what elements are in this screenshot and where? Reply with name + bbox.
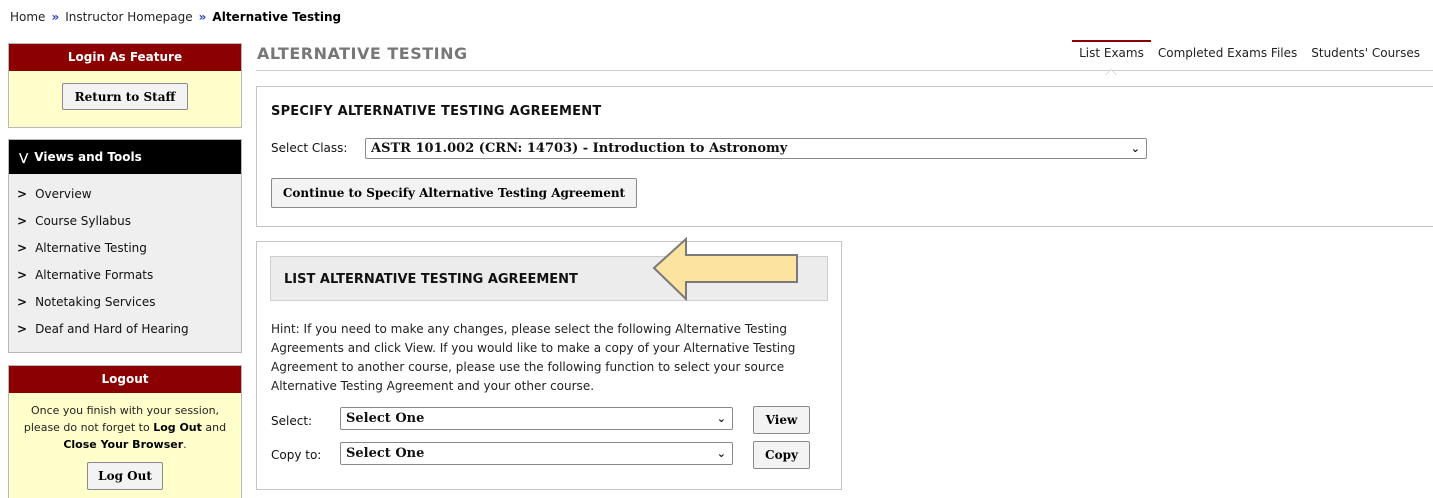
- select-agreement-value: Select One: [346, 411, 425, 426]
- sidebar-item-label: Deaf and Hard of Hearing: [35, 322, 189, 336]
- breadcrumb: Home » Instructor Homepage » Alternative Tes…: [10, 10, 341, 24]
- sidebar-item-deaf-and-hard-of-hearing[interactable]: > Deaf and Hard of Hearing: [9, 316, 241, 343]
- select-agreement-dropdown[interactable]: Select One ⌄: [340, 407, 733, 430]
- specify-agreement-heading: SPECIFY ALTERNATIVE TESTING AGREEMENT: [271, 104, 602, 119]
- login-as-feature-box: Login As Feature Return to Staff: [8, 43, 242, 128]
- select-class-dropdown[interactable]: ASTR 101.002 (CRN: 14703) - Introduction…: [365, 138, 1147, 159]
- chevron-right-icon: >: [17, 295, 28, 309]
- tab-completed-exams-files[interactable]: Completed Exams Files: [1151, 40, 1304, 66]
- select-class-value: ASTR 101.002 (CRN: 14703) - Introduction…: [371, 141, 788, 156]
- chevron-down-icon: ⌄: [1130, 142, 1140, 155]
- copy-to-label: Copy to:: [271, 448, 322, 462]
- select-label: Select:: [271, 414, 313, 428]
- title-divider: [256, 70, 1433, 71]
- chevron-right-icon: >: [17, 187, 28, 201]
- active-tab-caret-icon: [1105, 69, 1118, 75]
- views-and-tools-title: Views and Tools: [34, 150, 142, 164]
- sidebar-item-label: Notetaking Services: [35, 295, 156, 309]
- list-agreement-header-bar: LIST ALTERNATIVE TESTING AGREEMENT: [270, 256, 828, 301]
- copy-to-dropdown[interactable]: Select One ⌄: [340, 442, 733, 465]
- specify-agreement-panel: SPECIFY ALTERNATIVE TESTING AGREEMENT Se…: [256, 86, 1433, 227]
- list-agreement-heading: LIST ALTERNATIVE TESTING AGREEMENT: [284, 272, 578, 287]
- copy-to-value: Select One: [346, 446, 425, 461]
- chevron-down-icon: ⌄: [716, 447, 726, 460]
- chevron-right-icon: >: [17, 268, 28, 282]
- sidebar-item-notetaking-services[interactable]: > Notetaking Services: [9, 289, 241, 316]
- chevron-right-icon: >: [17, 241, 28, 255]
- page-title: ALTERNATIVE TESTING: [257, 44, 468, 63]
- double-chevron-right-icon: »: [198, 10, 207, 24]
- tab-bar: List Exams Completed Exams Files Student…: [1072, 40, 1427, 75]
- continue-specify-agreement-button[interactable]: Continue to Specify Alternative Testing …: [271, 178, 637, 208]
- logout-title: Logout: [9, 366, 241, 393]
- breadcrumb-instructor-homepage[interactable]: Instructor Homepage: [65, 10, 192, 24]
- return-to-staff-button[interactable]: Return to Staff: [62, 83, 188, 110]
- views-and-tools-list: > Overview > Course Syllabus > Alternative …: [9, 174, 241, 343]
- chevron-right-icon: >: [17, 214, 28, 228]
- copy-button[interactable]: Copy: [753, 441, 810, 469]
- tab-list-exams[interactable]: List Exams: [1072, 40, 1151, 75]
- logout-box: Logout Once you finish with your session…: [8, 365, 242, 498]
- view-button[interactable]: View: [753, 406, 810, 434]
- sidebar-item-alternative-formats[interactable]: > Alternative Formats: [9, 262, 241, 289]
- select-class-label: Select Class:: [271, 141, 348, 155]
- chevron-down-icon: ⌄: [716, 412, 726, 425]
- sidebar-item-label: Alternative Formats: [35, 268, 154, 282]
- logout-message: Once you finish with your session, pleas…: [23, 404, 227, 451]
- sidebar-item-course-syllabus[interactable]: > Course Syllabus: [9, 208, 241, 235]
- login-as-feature-title: Login As Feature: [9, 44, 241, 71]
- chevron-right-icon: >: [17, 322, 28, 336]
- double-chevron-down-icon: ⋁: [19, 151, 29, 164]
- views-and-tools-box: ⋁ Views and Tools > Overview > Course Sylla…: [8, 139, 242, 353]
- sidebar-item-label: Overview: [35, 187, 92, 201]
- breadcrumb-current: Alternative Testing: [212, 10, 342, 24]
- views-and-tools-header[interactable]: ⋁ Views and Tools: [9, 140, 241, 174]
- list-agreement-panel: LIST ALTERNATIVE TESTING AGREEMENT Hint:…: [256, 241, 842, 490]
- sidebar-item-label: Alternative Testing: [35, 241, 147, 255]
- tab-students-courses[interactable]: Students' Courses: [1304, 40, 1427, 66]
- log-out-button[interactable]: Log Out: [87, 462, 163, 490]
- breadcrumb-home[interactable]: Home: [10, 10, 45, 24]
- hint-text: Hint: If you need to make any changes, p…: [271, 322, 796, 393]
- double-chevron-right-icon: »: [51, 10, 60, 24]
- sidebar-item-label: Course Syllabus: [35, 214, 131, 228]
- sidebar-item-alternative-testing[interactable]: > Alternative Testing: [9, 235, 241, 262]
- sidebar-item-overview[interactable]: > Overview: [9, 181, 241, 208]
